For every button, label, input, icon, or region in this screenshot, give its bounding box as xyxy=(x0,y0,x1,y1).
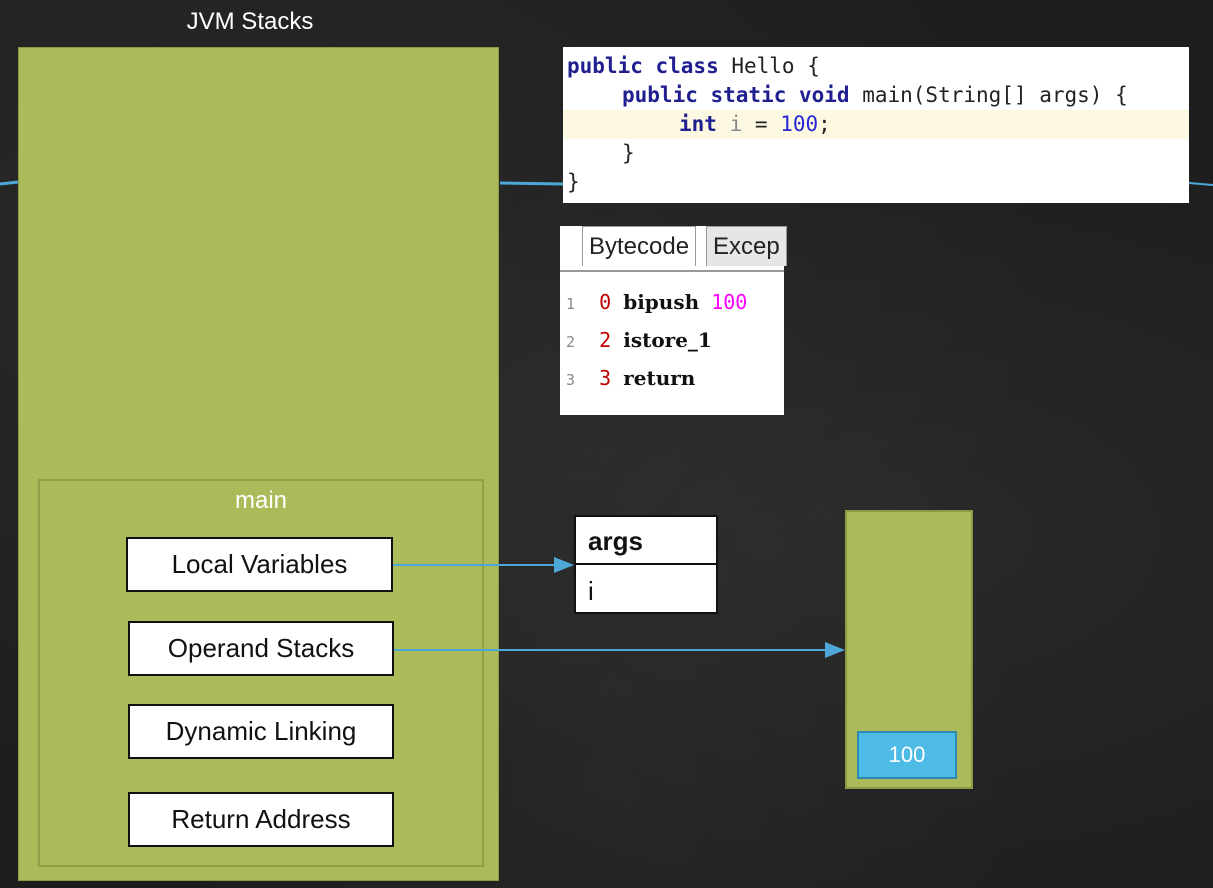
background-line-mid xyxy=(499,181,564,186)
background-line-left xyxy=(0,180,19,186)
background-line-right xyxy=(1188,182,1213,186)
connector-arrows xyxy=(0,180,1213,658)
